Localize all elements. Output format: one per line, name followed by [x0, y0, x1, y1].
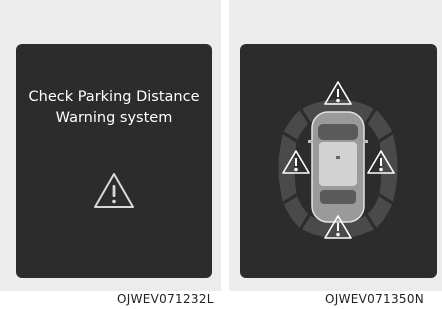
left-sensor-zone	[275, 129, 300, 207]
warning-message-line-1: Check Parking Distance	[28, 89, 200, 105]
figure-caption-right: OJWEV071350N	[325, 292, 425, 306]
car-top-view-icon	[308, 111, 368, 223]
cluster-display-left: Check Parking Distance Warning system	[16, 44, 212, 278]
warning-message-line-2: Warning system	[55, 110, 173, 126]
figure-caption-left: OJWEV071232L	[117, 292, 214, 306]
parking-sensor-diagram	[275, 81, 401, 242]
left-figure-panel: Check Parking Distance Warning system	[0, 0, 221, 291]
cluster-display-right	[240, 44, 437, 278]
warning-triangle-icon	[94, 173, 134, 208]
right-figure-panel	[229, 0, 442, 291]
